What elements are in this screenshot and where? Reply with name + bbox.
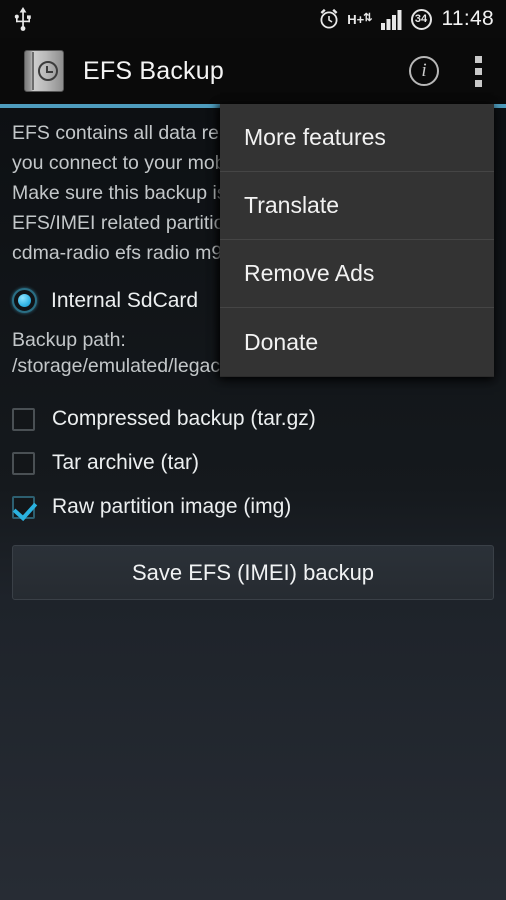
checkbox-compressed-backup[interactable]: Compressed backup (tar.gz): [12, 407, 494, 431]
icon-clock: [38, 61, 58, 81]
radio-internal-sdcard[interactable]: Internal SdCard: [12, 288, 198, 313]
checkbox-label: Raw partition image (img): [52, 495, 292, 518]
status-bar: H+ ⇅ 34 11:48: [0, 0, 506, 38]
menu-item-translate[interactable]: Translate: [220, 172, 494, 240]
info-icon: i: [409, 56, 439, 86]
overflow-dot: [474, 55, 482, 63]
status-bar-left: [0, 7, 318, 31]
signal-bars-icon: [380, 9, 404, 30]
checkbox-icon: [12, 451, 35, 475]
status-bar-right: H+ ⇅ 34 11:48: [318, 7, 506, 31]
menu-item-more-features[interactable]: More features: [220, 104, 494, 172]
checkbox-label: Compressed backup (tar.gz): [52, 407, 316, 430]
checkbox-tar-archive[interactable]: Tar archive (tar): [12, 451, 494, 475]
radio-button-icon: [12, 288, 37, 313]
page-title: EFS Backup: [83, 56, 224, 85]
radio-label: Internal SdCard: [51, 288, 199, 312]
alarm-clock-icon: [318, 8, 340, 30]
action-bar: EFS Backup i: [0, 38, 506, 104]
status-bar-clock: 11:48: [441, 7, 494, 30]
overflow-dropdown-menu: More features Translate Remove Ads Donat…: [220, 104, 494, 377]
overflow-dot: [474, 79, 482, 87]
phone-screen: H+ ⇅ 34 11:48 EFS Backup i EFS contains …: [0, 0, 506, 900]
checkbox-label: Tar archive (tar): [52, 451, 200, 474]
data-arrows-icon: ⇅: [363, 11, 373, 24]
checkbox-icon-checked: [12, 495, 35, 519]
icon-spine: [32, 52, 34, 90]
overflow-dot: [474, 67, 482, 75]
save-backup-button[interactable]: Save EFS (IMEI) backup: [12, 545, 494, 600]
battery-indicator: 34: [410, 8, 432, 30]
menu-item-donate[interactable]: Donate: [220, 308, 494, 376]
data-connection-icon: H+ ⇅: [347, 11, 373, 27]
usb-icon: [14, 7, 32, 31]
data-connection-label: H+: [347, 11, 365, 27]
overflow-menu-icon[interactable]: [450, 38, 506, 104]
info-button[interactable]: i: [398, 38, 450, 104]
checkbox-icon: [12, 407, 35, 431]
drive-backup-icon: [24, 50, 64, 92]
checkbox-raw-partition-image[interactable]: Raw partition image (img): [12, 495, 494, 519]
menu-item-remove-ads[interactable]: Remove Ads: [220, 240, 494, 308]
